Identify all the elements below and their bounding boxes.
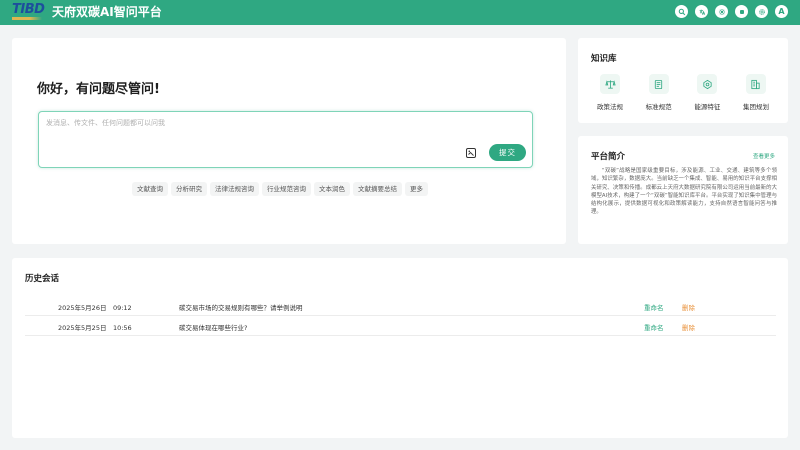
quick-tags: 文献查询 分析研究 法律法规咨询 行业规范咨询 文本润色 文献摘要总结 更多 xyxy=(132,182,428,196)
view-more-link[interactable]: 查看更多 xyxy=(753,152,775,160)
more-tags-button[interactable]: 更多 xyxy=(405,182,428,196)
quick-tag[interactable]: 分析研究 xyxy=(171,182,207,196)
kb-item-label: 政策法规 xyxy=(597,103,623,111)
greeting-heading: 你好，有问题尽管问! xyxy=(37,82,160,97)
table-row[interactable]: 2025年5月25日 10:56 碳交易体现在哪些行业? 重命名 删除 xyxy=(25,316,776,336)
history-date: 2025年5月26日 09:12 xyxy=(58,304,132,312)
knowledge-base-items: 政策法规 标准规范 能源特征 集团规划 xyxy=(586,74,780,111)
knowledge-base-panel: 知识库 政策法规 标准规范 能源特征 集团规划 xyxy=(578,38,788,123)
kb-item-label: 能源特征 xyxy=(694,103,721,111)
history-date: 2025年5月25日 10:56 xyxy=(58,324,132,332)
search-icon[interactable] xyxy=(675,5,688,18)
history-question[interactable]: 碳交易市场的交易规则有哪些？请举例说明 xyxy=(179,302,303,312)
top-icons: A xyxy=(675,5,788,18)
app-title: 天府双碳AI智问平台 xyxy=(52,5,162,19)
scale-icon xyxy=(600,74,620,94)
history-table: 2025年5月26日 09:12 碳交易市场的交易规则有哪些？请举例说明 重命名… xyxy=(25,296,776,336)
platform-intro-text: “双碳”战略是国家级重要目标，涉及能源、工业、交通、建筑等多个领域，知识繁杂，数… xyxy=(591,168,777,216)
kb-item-standards[interactable]: 标准规范 xyxy=(635,74,683,111)
kb-item-policy[interactable]: 政策法规 xyxy=(586,74,634,111)
kb-item-label: 标准规范 xyxy=(645,103,672,111)
gear-icon[interactable] xyxy=(755,5,768,18)
message-input-box: 提交 xyxy=(38,111,533,168)
building-icon xyxy=(745,74,766,94)
quick-tag[interactable]: 文献摘要总结 xyxy=(353,182,402,196)
kb-item-planning[interactable]: 集团规划 xyxy=(732,74,780,111)
avatar-icon[interactable]: A xyxy=(775,5,788,18)
quick-tag[interactable]: 文本润色 xyxy=(314,182,350,196)
chat-panel: 你好，有问题尽管问! 提交 文献查询 分析研究 法律法规咨询 行业规范咨询 文本… xyxy=(12,38,566,244)
quick-tag[interactable]: 法律法规咨询 xyxy=(210,182,259,196)
history-panel: 历史会话 2025年5月26日 09:12 碳交易市场的交易规则有哪些？请举例说… xyxy=(12,258,788,438)
document-icon xyxy=(648,74,669,94)
submit-button[interactable]: 提交 xyxy=(489,144,526,161)
upload-file-icon[interactable] xyxy=(465,147,477,159)
logo-text: TIBD xyxy=(12,2,45,17)
table-row[interactable]: 2025年5月26日 09:12 碳交易市场的交易规则有哪些？请举例说明 重命名… xyxy=(25,296,776,316)
logo-underline xyxy=(12,17,42,20)
record-icon[interactable] xyxy=(735,5,748,18)
rename-button[interactable]: 重命名 xyxy=(644,322,664,332)
kb-item-energy[interactable]: 能源特征 xyxy=(683,74,731,111)
settings-icon[interactable] xyxy=(715,5,728,18)
energy-icon xyxy=(697,74,718,94)
delete-button[interactable]: 删除 xyxy=(682,322,695,332)
knowledge-base-title: 知识库 xyxy=(591,54,617,64)
translate-icon[interactable] xyxy=(695,5,708,18)
rename-button[interactable]: 重命名 xyxy=(644,302,664,312)
history-title: 历史会话 xyxy=(25,274,60,284)
quick-tag[interactable]: 行业规范咨询 xyxy=(262,182,311,196)
quick-tag[interactable]: 文献查询 xyxy=(132,182,168,196)
logo[interactable]: TIBD xyxy=(12,2,45,22)
platform-intro-title: 平台简介 xyxy=(591,152,626,162)
kb-item-label: 集团规划 xyxy=(742,103,769,111)
delete-button[interactable]: 删除 xyxy=(682,302,695,312)
message-input[interactable] xyxy=(46,118,516,138)
history-question[interactable]: 碳交易体现在哪些行业? xyxy=(179,322,247,332)
top-bar: TIBD 天府双碳AI智问平台 A xyxy=(0,0,800,25)
platform-intro-panel: 平台简介 查看更多 “双碳”战略是国家级重要目标，涉及能源、工业、交通、建筑等多… xyxy=(578,136,788,244)
